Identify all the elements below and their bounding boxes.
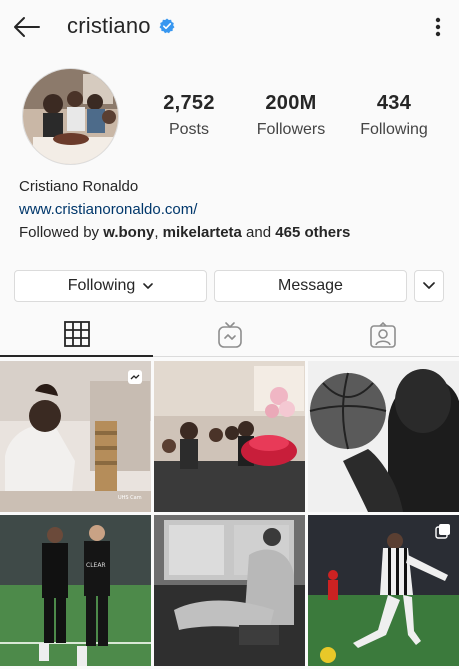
svg-text:CLEAR: CLEAR (86, 562, 106, 569)
post-thumbnail[interactable] (308, 361, 459, 512)
post-thumbnail[interactable] (154, 361, 305, 512)
followers-label: Followers (256, 121, 326, 138)
following-button-label: Following (67, 277, 136, 294)
followed-user-1[interactable]: w.bony (103, 224, 154, 241)
stat-posts[interactable]: 2,752 Posts (150, 92, 228, 139)
stat-followers[interactable]: 200M Followers (248, 92, 334, 139)
post-caption-overlay: UHS Cam (118, 495, 142, 501)
igtv-icon (217, 321, 242, 348)
tagged-icon (369, 321, 396, 348)
igtv-badge-icon (128, 370, 142, 384)
followers-count: 200M (265, 92, 317, 114)
tab-igtv[interactable] (153, 312, 306, 357)
followed-prefix: Followed by (19, 224, 104, 241)
message-button-label: Message (278, 277, 343, 294)
followed-separator: , (154, 224, 163, 241)
kebab-menu-icon[interactable] (428, 15, 448, 39)
post-thumbnail[interactable]: CLEAR (0, 515, 151, 666)
chevron-down-icon (423, 282, 435, 289)
posts-count: 2,752 (163, 92, 215, 114)
posts-label: Posts (168, 121, 209, 138)
arrow-left-icon[interactable] (12, 12, 42, 42)
tab-posts-grid[interactable] (0, 312, 153, 357)
tab-tagged[interactable] (306, 312, 459, 357)
followed-and: and (241, 224, 276, 241)
profile-website-link[interactable]: www.cristianoronaldo.com/ (19, 201, 197, 218)
post-thumbnail[interactable] (154, 515, 305, 666)
following-label: Following (360, 121, 428, 138)
profile-full-name: Cristiano Ronaldo (19, 178, 139, 195)
post-thumbnail[interactable] (308, 515, 459, 666)
followed-by-text[interactable]: Followed by w.bony, mikelarteta and 465 … (19, 224, 350, 241)
grid-icon (63, 320, 90, 347)
verified-badge-icon (159, 18, 175, 34)
followed-user-2[interactable]: mikelarteta (163, 224, 242, 241)
following-count: 434 (376, 92, 412, 114)
message-button[interactable]: Message (214, 270, 407, 302)
profile-tabs (0, 312, 459, 357)
followed-others[interactable]: 465 others (275, 224, 350, 241)
post-thumbnail[interactable]: UHS Cam (0, 361, 151, 512)
chevron-down-icon (143, 282, 154, 289)
stat-following[interactable]: 434 Following (352, 92, 436, 139)
profile-username: cristiano (67, 13, 151, 38)
following-button[interactable]: Following (14, 270, 207, 302)
suggested-accounts-button[interactable] (414, 270, 444, 302)
profile-avatar[interactable] (22, 68, 119, 165)
carousel-badge-icon (435, 524, 450, 539)
top-bar: cristiano (0, 0, 459, 56)
